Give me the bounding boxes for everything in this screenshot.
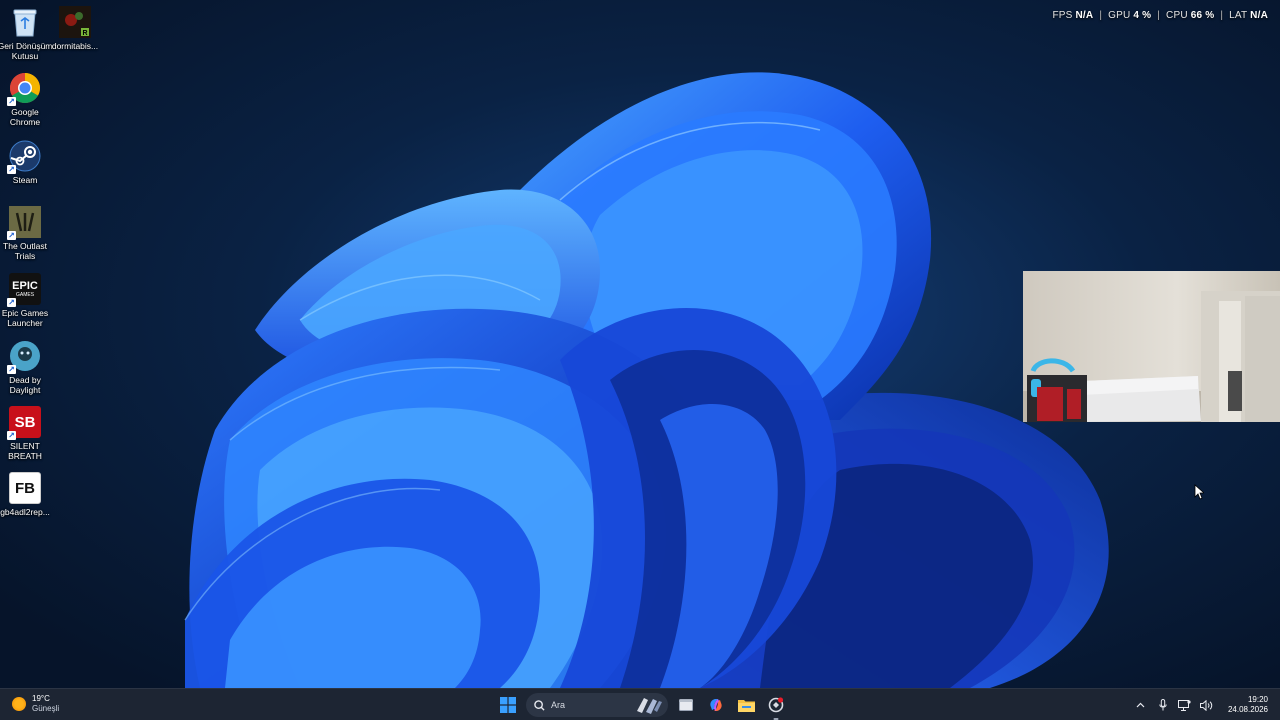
- shortcut-arrow-icon: ↗: [7, 431, 16, 440]
- sun-icon: [12, 697, 26, 711]
- search-input[interactable]: [551, 700, 621, 710]
- shortcut-arrow-icon: ↗: [7, 231, 16, 240]
- game-app-button[interactable]: [764, 693, 788, 720]
- chrome-icon: ↗: [7, 72, 41, 106]
- file-explorer-button[interactable]: [734, 693, 758, 717]
- weather-condition: Güneşli: [32, 704, 60, 713]
- app-icon: [768, 697, 784, 713]
- fps-label: FPS: [1052, 10, 1073, 21]
- copilot-button[interactable]: [704, 693, 728, 717]
- desktop-icon-silent-breath[interactable]: SB ↗ SILENT BREATH: [0, 406, 50, 461]
- desktop-icon-outlast-trials[interactable]: ↗ The Outlast Trials: [0, 206, 50, 261]
- task-view-button[interactable]: [674, 693, 698, 717]
- taskbar-search[interactable]: [526, 693, 668, 717]
- taskbar-clock[interactable]: 19:20 24.08.2026: [1228, 695, 1268, 715]
- outlast-icon: ↗: [7, 206, 41, 240]
- epic-logo-text: EPIC: [12, 279, 38, 292]
- taskbar-center: [496, 693, 788, 720]
- overlay-separator: |: [1099, 10, 1103, 21]
- desktop-icon-label: Epic Games Launcher: [1, 308, 49, 328]
- folder-icon: [737, 700, 755, 712]
- desktop-icon-label: Dead by Daylight: [9, 375, 41, 395]
- game-icon: R: [59, 6, 91, 38]
- windows-logo-icon: [500, 697, 516, 713]
- epic-games-icon: EPIC GAMES ↗: [7, 273, 41, 307]
- clock-date: 24.08.2026: [1227, 705, 1268, 714]
- desktop-icon-label: gb4adl2rep...: [0, 507, 50, 517]
- shortcut-arrow-icon: ↗: [7, 298, 16, 307]
- desktop-icon-dormitabis[interactable]: R dormitabis...: [50, 6, 100, 51]
- search-highlight-icon: [637, 698, 662, 714]
- overlay-separator: |: [1157, 10, 1161, 21]
- silent-breath-logo-text: SB: [14, 413, 36, 431]
- desktop-icon-recycle-bin[interactable]: Geri Dönüşüm Kutusu: [0, 6, 53, 61]
- shortcut-arrow-icon: ↗: [7, 97, 16, 106]
- weather-temperature: 19°C: [32, 694, 50, 703]
- mouse-cursor-icon: [1194, 484, 1204, 500]
- weather-widget[interactable]: 19°C Güneşli: [12, 694, 59, 714]
- gpu-value: 4 %: [1133, 10, 1152, 21]
- webcam-overlay: [1023, 271, 1280, 422]
- start-button[interactable]: [496, 693, 520, 717]
- desktop-icon-label: Google Chrome: [9, 107, 41, 127]
- network-button[interactable]: [1176, 696, 1194, 714]
- fb-logo-text: FB: [15, 479, 35, 497]
- desktop-icon-google-chrome[interactable]: ↗ Google Chrome: [0, 72, 50, 127]
- search-icon: [534, 699, 545, 711]
- shortcut-arrow-icon: ↗: [7, 165, 16, 174]
- silent-breath-icon: SB ↗: [7, 406, 41, 440]
- microphone-icon: [1159, 699, 1167, 711]
- network-icon: [1178, 699, 1192, 711]
- copilot-icon: [710, 699, 722, 711]
- taskbar: 19°C Güneşli Ara 19:20 24.08.2026: [0, 688, 1280, 720]
- chevron-up-icon: [1137, 702, 1145, 708]
- performance-overlay: FPS N/A | GPU 4 % | CPU 66 % | LAT N/A: [1052, 10, 1268, 21]
- dead-by-daylight-icon: ↗: [7, 340, 41, 374]
- overlay-separator: |: [1220, 10, 1224, 21]
- cpu-label: CPU: [1166, 10, 1188, 21]
- system-tray: 19:20 24.08.2026: [1130, 689, 1280, 720]
- svg-text:R: R: [82, 30, 87, 37]
- desktop-icon-gb4adl2rep[interactable]: FB gb4adl2rep...: [0, 472, 50, 517]
- show-hidden-icons-button[interactable]: [1132, 696, 1150, 714]
- gpu-label: GPU: [1108, 10, 1131, 21]
- desktop-icon-steam[interactable]: ↗ Steam: [0, 140, 50, 185]
- desktop-icon-label: The Outlast Trials: [3, 241, 47, 261]
- lat-label: LAT: [1229, 10, 1248, 21]
- lat-value: N/A: [1250, 10, 1268, 21]
- desktop-icon-epic-games[interactable]: EPIC GAMES ↗ Epic Games Launcher: [0, 273, 50, 328]
- shortcut-arrow-icon: ↗: [7, 365, 16, 374]
- fb-icon: FB: [9, 472, 41, 504]
- speaker-icon: [1200, 699, 1213, 711]
- volume-button[interactable]: [1198, 696, 1216, 714]
- steam-icon: ↗: [7, 140, 41, 174]
- microphone-button[interactable]: [1154, 696, 1172, 714]
- desktop-icon-label: Steam: [12, 175, 38, 185]
- desktop-icon-label: SILENT BREATH: [8, 441, 42, 461]
- cpu-value: 66 %: [1190, 10, 1215, 21]
- clock-time: 19:20: [1247, 695, 1268, 704]
- fps-value: N/A: [1075, 10, 1094, 21]
- desktop-icon-dead-by-daylight[interactable]: ↗ Dead by Daylight: [0, 340, 50, 395]
- task-view-icon: [679, 699, 693, 711]
- desktop-icon-label: Geri Dönüşüm Kutusu: [0, 41, 53, 61]
- desktop-icon-label: dormitabis...: [51, 41, 99, 51]
- epic-logo-subtext: GAMES: [15, 291, 35, 298]
- recycle-bin-icon: [9, 6, 41, 38]
